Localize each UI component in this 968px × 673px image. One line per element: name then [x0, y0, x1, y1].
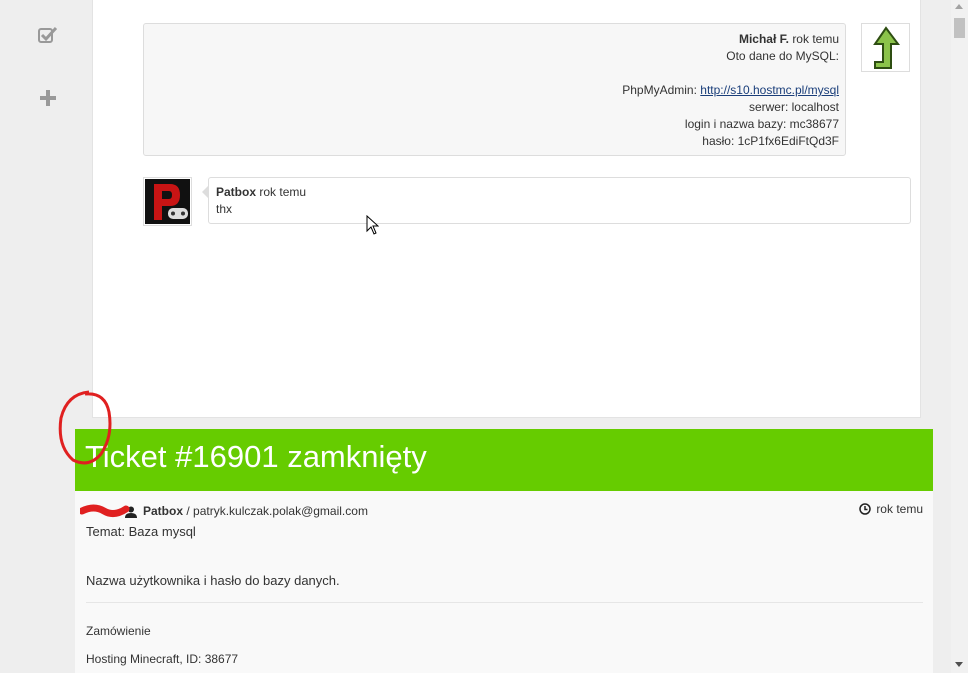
divider: [86, 602, 923, 603]
bubble-pointer: [202, 186, 208, 198]
message-author: Patbox: [216, 185, 257, 199]
page-scrollbar[interactable]: [951, 0, 968, 673]
ticket-closed-banner: Ticket #16901 zamknięty: [75, 429, 933, 491]
scroll-thumb[interactable]: [954, 18, 965, 38]
ticket-details: Patbox / patryk.kulczak.polak@gmail.com …: [75, 491, 933, 673]
message-author: Michał F.: [738, 32, 789, 46]
ticket-author: Patbox: [143, 504, 184, 518]
scroll-down-arrow-icon[interactable]: [955, 662, 963, 667]
message-time: rok temu: [259, 185, 307, 199]
ticket-subject: Temat: Baza mysql: [86, 524, 196, 539]
phpmyadmin-label: PhpMyAdmin:: [622, 83, 701, 97]
mouse-cursor-icon: [366, 215, 379, 235]
red-circle-annotation: [58, 390, 112, 465]
user-avatar: [143, 177, 192, 226]
plus-icon[interactable]: [38, 88, 58, 108]
clock-icon: [859, 503, 872, 515]
ticket-email: patryk.kulczak.polak@gmail.com: [193, 504, 368, 518]
phpmyadmin-link[interactable]: http://s10.hostmc.pl/mysql: [700, 83, 839, 97]
message-line: login i nazwa bazy: mc38677: [684, 117, 839, 131]
message-line-phpmyadmin: PhpMyAdmin: http://s10.hostmc.pl/mysql: [150, 82, 839, 99]
ticket-separator: /: [183, 504, 194, 518]
ticket-time-text: rok temu: [876, 502, 923, 516]
green-up-arrow-icon: [873, 26, 900, 69]
order-hosting-info: Hosting Minecraft, ID: 38677: [86, 652, 239, 666]
staff-avatar: [861, 23, 910, 72]
ticket-author-line: Patbox / patryk.kulczak.polak@gmail.com: [143, 504, 368, 518]
checkbox-check-icon[interactable]: [38, 25, 58, 45]
message-bubble-staff: Michał F. rok temu Oto dane do MySQL: Ph…: [143, 23, 846, 156]
message-line: Oto dane do MySQL:: [726, 49, 839, 63]
patbox-logo-icon: [145, 179, 190, 224]
message-line: serwer: localhost: [748, 100, 839, 114]
ticket-closed-title: Ticket #16901 zamknięty: [85, 439, 427, 474]
message-time: rok temu: [792, 32, 839, 46]
ticket-time: rok temu: [859, 502, 923, 516]
message-header: Michał F. rok temu: [150, 31, 839, 48]
order-section-label: Zamówienie: [86, 624, 151, 638]
message-header: Patbox rok temu: [216, 184, 903, 201]
ticket-description: Nazwa użytkownika i hasło do bazy danych…: [86, 573, 340, 588]
red-redaction-mark: [80, 504, 130, 518]
message-text: thx: [216, 202, 233, 216]
message-bubble-user: Patbox rok temu thx: [208, 177, 911, 224]
scroll-up-arrow-icon[interactable]: [955, 4, 963, 9]
message-line: hasło: 1cP1fx6EdiFtQd3F: [702, 134, 839, 148]
